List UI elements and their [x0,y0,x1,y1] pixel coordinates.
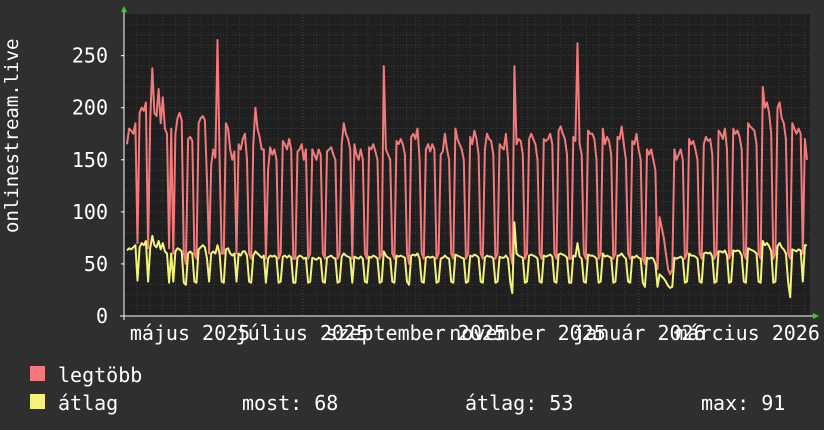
legend-item-legtobb: legtöbb [30,363,190,387]
x-tick-label: március 2026 [675,321,820,345]
stat-now: most: 68 [242,391,339,415]
y-tick-label: 0 [96,304,108,328]
stat-max: max: 91 [701,391,786,415]
legend-item-atlag: átlag [30,391,190,415]
y-axis-arrow [121,6,127,12]
legend-label-legtobb: legtöbb [58,363,143,387]
y-tick-label: 150 [72,148,108,172]
y-axis-label: onlinestream.live [1,38,23,233]
legend-swatch-legtobb [30,366,45,381]
legend-label-atlag: átlag [58,391,119,415]
y-tick-label: 200 [72,96,108,120]
y-tick-label: 50 [84,252,108,276]
line-chart: 0 50 100 150 200 250 május 2025július 2025sze… [72,6,820,345]
chart-root: 0 50 100 150 200 250 május 2025 július 2025 sze… [0,0,824,430]
x-axis-arrow [813,313,819,319]
legend-swatch-atlag [30,394,45,409]
y-tick-labels: 0 50 100 150 200 250 [72,44,108,328]
y-tick-label: 100 [72,200,108,224]
x-tick-label: május 2025 [130,321,250,345]
stat-average: átlag: 53 [465,391,574,415]
x-tick-labels: május 2025július 2025szeptember 2025nove… [130,321,820,345]
y-tick-label: 250 [72,44,108,68]
